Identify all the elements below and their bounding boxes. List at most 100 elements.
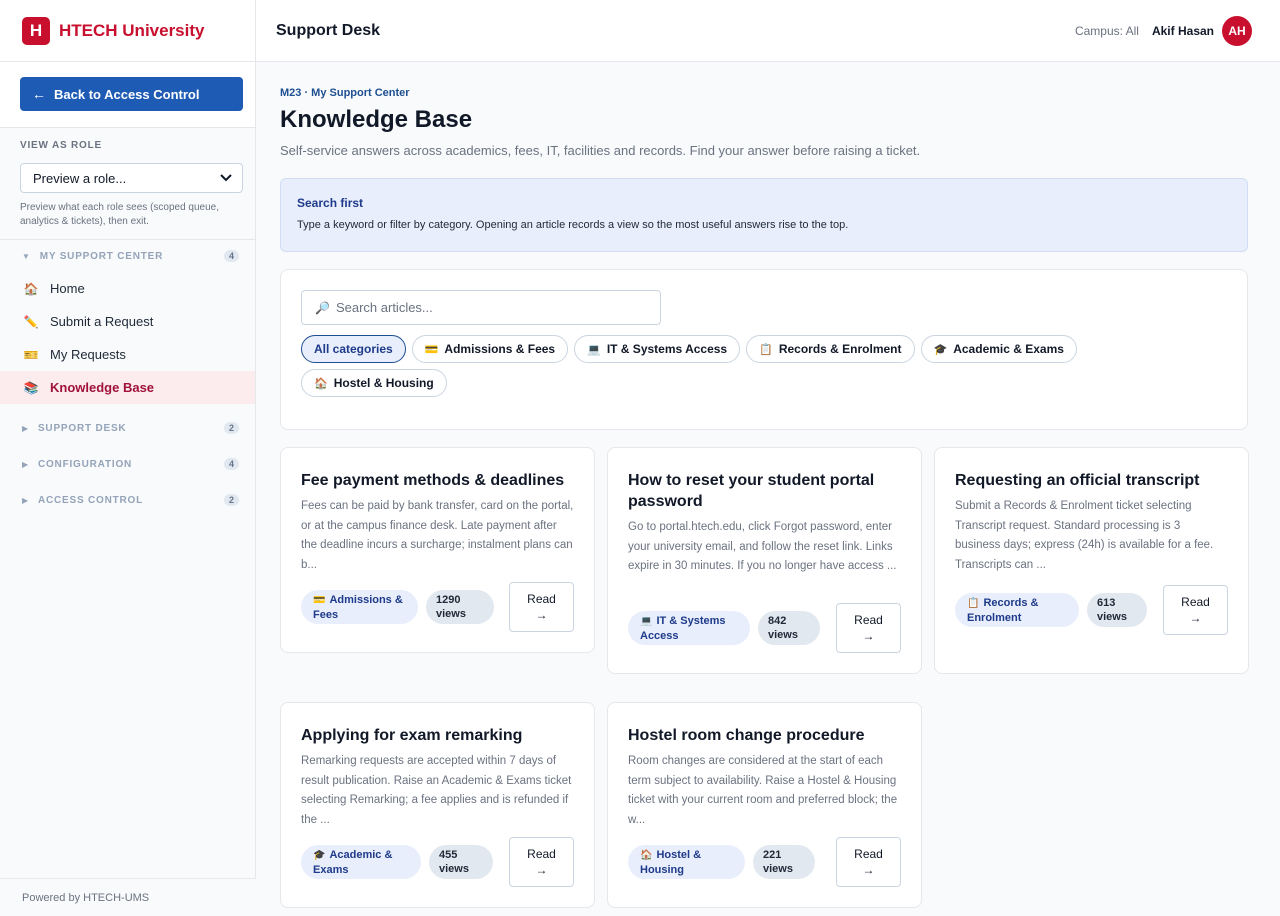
breadcrumb: M23 · My Support Center <box>280 87 410 99</box>
filter-panel: 🔎 Search articles... All categories 💳 Ad… <box>280 269 1248 430</box>
pencil-icon: ✏️ <box>23 314 39 329</box>
arrow-right-icon: → <box>535 608 548 622</box>
house-icon: 🏠 <box>640 849 653 861</box>
chip-academic-exams[interactable]: 🎓 Academic & Exams <box>920 335 1077 363</box>
avatar[interactable]: AH <box>1222 15 1252 46</box>
category-tag: 📋 Records & Enrolment <box>955 593 1079 627</box>
article-card[interactable]: Requesting an official transcript Submit… <box>934 447 1249 674</box>
sidebar-item-label: My Requests <box>50 347 126 362</box>
article-card[interactable]: Hostel room change procedure Room change… <box>607 702 922 908</box>
chip-hostel-housing[interactable]: 🏠 Hostel & Housing <box>301 369 447 397</box>
chip-label: Academic & Exams <box>953 342 1064 356</box>
caret-right-icon: ▶ <box>22 423 29 433</box>
article-excerpt: Room changes are considered at the start… <box>628 755 898 826</box>
graduation-cap-icon: 🎓 <box>313 849 326 861</box>
sidebar-item-my-requests[interactable]: 🎫 My Requests <box>0 338 255 371</box>
credit-card-icon: 💳 <box>424 343 439 356</box>
read-button[interactable]: Read → <box>509 837 574 887</box>
sidebar-item-submit-request[interactable]: ✏️ Submit a Request <box>0 305 255 338</box>
article-title[interactable]: Requesting an official transcript <box>955 470 1228 491</box>
chip-label: Hostel & Housing <box>333 376 434 390</box>
read-button[interactable]: Read → <box>836 603 901 653</box>
views-badge: 613 views <box>1087 593 1147 627</box>
group-head-configuration[interactable]: ▶ CONFIGURATION 4 <box>0 446 255 482</box>
article-title[interactable]: How to reset your student portal passwor… <box>628 470 901 512</box>
main-content: M23 · My Support Center Knowledge Base S… <box>280 62 1249 908</box>
role-help-text: Preview what each role sees (scoped queu… <box>20 202 220 227</box>
category-tag: 🎓 Academic & Exams <box>301 845 421 879</box>
group-head-access-control[interactable]: ▶ ACCESS CONTROL 2 <box>0 482 255 518</box>
back-button-label: Back to Access Control <box>54 86 200 102</box>
read-label: Read <box>854 613 883 627</box>
read-button[interactable]: Read → <box>836 837 901 887</box>
article-card[interactable]: Applying for exam remarking Remarking re… <box>280 702 595 908</box>
article-title[interactable]: Applying for exam remarking <box>301 725 574 746</box>
sidebar-item-label: Home <box>50 281 85 296</box>
view-as-role-label: VIEW AS ROLE <box>20 140 103 151</box>
read-label: Read <box>1181 595 1210 609</box>
arrow-right-icon: → <box>535 863 548 877</box>
graduation-cap-icon: 🎓 <box>933 343 948 356</box>
article-title[interactable]: Hostel room change procedure <box>628 725 901 746</box>
tag-label: IT & Systems Access <box>640 614 726 642</box>
chip-label: IT & Systems Access <box>606 342 728 356</box>
caret-right-icon: ▶ <box>22 495 29 505</box>
topbar-title: Support Desk <box>276 21 381 39</box>
campus-filter[interactable]: Campus: All <box>1075 24 1139 38</box>
user-name[interactable]: Akif Hasan <box>1152 24 1214 38</box>
group-count: 4 <box>223 250 239 262</box>
clipboard-icon: 📋 <box>759 343 773 356</box>
read-button[interactable]: Read → <box>509 582 574 632</box>
chip-it-systems-access[interactable]: 💻 IT & Systems Access <box>574 335 741 363</box>
caret-down-icon: ▼ <box>22 251 31 261</box>
article-card[interactable]: Fee payment methods & deadlines Fees can… <box>280 447 595 653</box>
group-label: ACCESS CONTROL <box>37 494 144 506</box>
views-badge: 1290 views <box>426 590 494 624</box>
home-icon: 🏠 <box>23 281 39 296</box>
laptop-icon: 💻 <box>587 343 601 356</box>
sidebar-item-label: Submit a Request <box>50 314 154 329</box>
group-label: CONFIGURATION <box>37 458 133 470</box>
sidebar-item-knowledge-base[interactable]: 📚 Knowledge Base <box>0 371 255 404</box>
arrow-right-icon: → <box>1189 611 1202 625</box>
arrow-right-icon: → <box>862 629 875 643</box>
role-select-value: Preview a role... <box>33 170 127 186</box>
role-select[interactable]: Preview a role... <box>20 163 243 193</box>
brand[interactable]: H HTECH University <box>0 0 255 62</box>
credit-card-icon: 💳 <box>313 594 326 606</box>
read-label: Read <box>527 592 556 606</box>
caret-right-icon: ▶ <box>22 459 29 469</box>
chip-all-categories[interactable]: All categories <box>301 335 406 363</box>
article-card[interactable]: How to reset your student portal passwor… <box>607 447 922 674</box>
group-head-support-desk[interactable]: ▶ SUPPORT DESK 2 <box>0 410 255 446</box>
chip-label: All categories <box>314 342 393 356</box>
read-button[interactable]: Read → <box>1163 585 1228 635</box>
brand-name: HTECH University <box>59 20 205 40</box>
views-badge: 455 views <box>429 845 493 879</box>
sidebar-item-label: Knowledge Base <box>50 380 155 395</box>
group-count: 2 <box>223 422 239 434</box>
page-subtitle: Self-service answers across academics, f… <box>280 143 921 158</box>
search-placeholder: Search articles... <box>335 300 433 315</box>
page-title: Knowledge Base <box>280 106 473 133</box>
chip-records-enrolment[interactable]: 📋 Records & Enrolment <box>746 335 915 363</box>
search-input[interactable]: 🔎 Search articles... <box>301 290 661 325</box>
category-tag: 💳 Admissions & Fees <box>301 590 418 624</box>
article-title[interactable]: Fee payment methods & deadlines <box>301 470 574 491</box>
group-head-my-support-center[interactable]: ▼ MY SUPPORT CENTER 4 <box>0 240 255 272</box>
read-label: Read <box>854 847 883 861</box>
back-to-access-control-button[interactable]: ← Back to Access Control <box>20 77 243 111</box>
chip-label: Records & Enrolment <box>778 342 902 356</box>
house-icon: 🏠 <box>314 377 328 390</box>
article-excerpt: Go to portal.htech.edu, click Forgot pas… <box>628 521 897 572</box>
sidebar-item-home[interactable]: 🏠 Home <box>0 272 255 305</box>
tag-label: Admissions & Fees <box>313 593 403 621</box>
chevron-down-icon <box>220 174 232 182</box>
topbar: Support Desk Campus: All Akif Hasan AH <box>256 0 1280 62</box>
chip-admissions-fees[interactable]: 💳 Admissions & Fees <box>411 335 569 363</box>
callout-text: Type a keyword or filter by category. Op… <box>297 219 849 231</box>
clipboard-icon: 📋 <box>967 597 980 609</box>
brand-logo: H <box>22 16 50 45</box>
article-excerpt: Remarking requests are accepted within 7… <box>301 755 572 826</box>
search-icon: 🔎 <box>315 300 330 315</box>
